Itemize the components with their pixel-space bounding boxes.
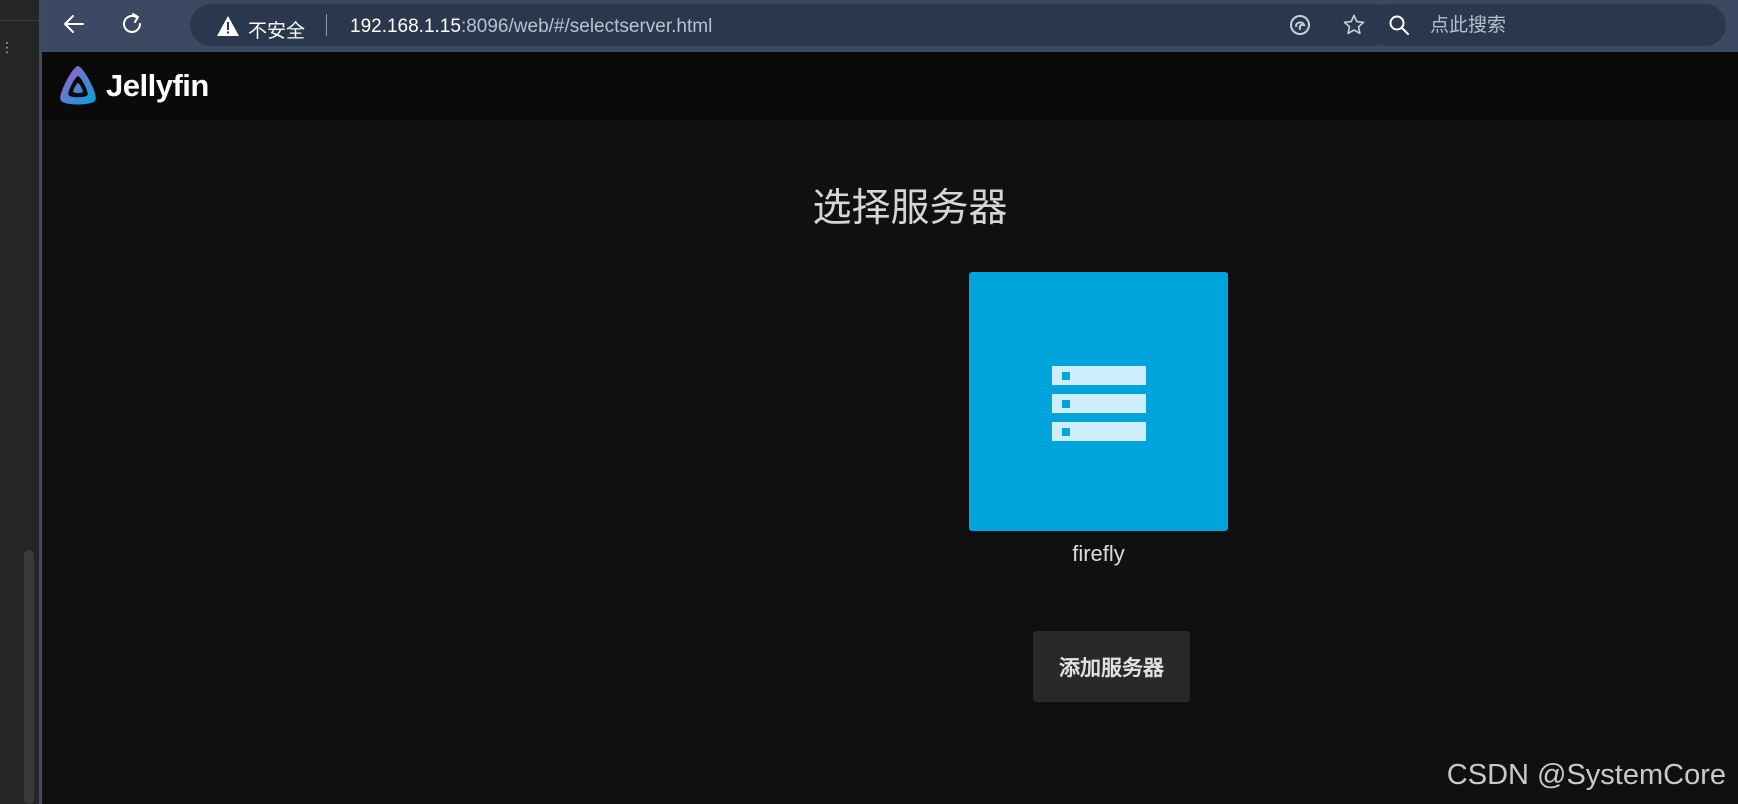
- security-status[interactable]: 不安全: [248, 16, 305, 43]
- divider: [0, 20, 39, 21]
- app-header: Jellyfin: [42, 52, 1738, 120]
- more-icon: ⋮: [0, 39, 14, 55]
- favorite-star-icon[interactable]: [1342, 13, 1366, 37]
- divider: [326, 14, 327, 36]
- browser-toolbar: 不安全 192.168.1.15:8096/web/#/selectserver…: [42, 0, 1738, 52]
- adjacent-window-strip: ⋮: [0, 0, 39, 804]
- reload-icon: [123, 13, 141, 33]
- url-host: 192.168.1.15: [350, 16, 461, 37]
- back-button[interactable]: [54, 4, 94, 44]
- server-card[interactable]: [969, 272, 1228, 531]
- jellyfin-logo-icon: [60, 66, 96, 105]
- url-text[interactable]: 192.168.1.15:8096/web/#/selectserver.htm…: [350, 16, 712, 38]
- watermark: CSDN @SystemCore: [1446, 759, 1726, 791]
- search-icon: [1389, 15, 1409, 35]
- server-icon: [1051, 365, 1146, 441]
- address-bar[interactable]: 不安全 192.168.1.15:8096/web/#/selectserver…: [190, 4, 1395, 46]
- url-path: :8096/web/#/selectserver.html: [460, 16, 713, 37]
- back-arrow-icon: [64, 15, 84, 33]
- add-server-button[interactable]: 添加服务器: [1033, 631, 1190, 702]
- search-input[interactable]: [1428, 12, 1712, 40]
- page-content: Jellyfin 选择服务器 firefly 添加服务器: [42, 52, 1738, 804]
- warning-icon[interactable]: [216, 15, 240, 37]
- app-name: Jellyfin: [106, 68, 209, 103]
- scrollbar[interactable]: [24, 550, 34, 804]
- search-box[interactable]: [1368, 4, 1726, 46]
- server-name[interactable]: firefly: [969, 541, 1228, 567]
- jellyfin-logo[interactable]: Jellyfin: [56, 64, 209, 108]
- page-title: 选择服务器: [812, 187, 1008, 230]
- reload-button[interactable]: [112, 4, 152, 44]
- read-aloud-icon[interactable]: [1288, 13, 1312, 37]
